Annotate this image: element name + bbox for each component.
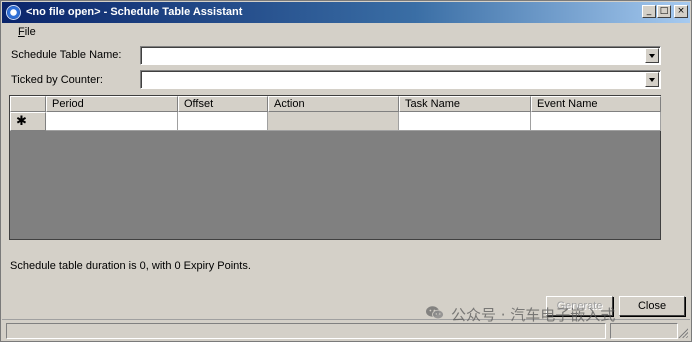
watermark-text: 公众号 · 汽车电子嵌入式 bbox=[451, 306, 616, 324]
column-header-action[interactable]: Action bbox=[268, 96, 399, 112]
menu-bar: File bbox=[2, 23, 690, 42]
menu-file-label: ile bbox=[24, 26, 36, 38]
duration-status-text: Schedule table duration is 0, with 0 Exp… bbox=[10, 260, 251, 272]
ticked-by-counter-label: Ticked by Counter: bbox=[11, 74, 103, 86]
status-bar-panel bbox=[6, 323, 606, 339]
close-button[interactable]: Close bbox=[619, 296, 685, 316]
column-header-event-name[interactable]: Event Name bbox=[531, 96, 661, 112]
cell-action[interactable] bbox=[268, 112, 399, 131]
maximize-button[interactable]: □ bbox=[657, 5, 671, 18]
cell-task-name[interactable] bbox=[399, 112, 531, 131]
schedule-table-grid[interactable]: Period Offset Action Task Name Event Nam… bbox=[9, 95, 661, 240]
new-row-marker-icon[interactable]: ✱ bbox=[10, 112, 46, 131]
column-header-offset[interactable]: Offset bbox=[178, 96, 268, 112]
column-header-task-name[interactable]: Task Name bbox=[399, 96, 531, 112]
minimize-button[interactable]: _ bbox=[642, 5, 656, 18]
new-row: ✱ bbox=[10, 112, 661, 131]
schedule-table-assistant-window: <no file open> - Schedule Table Assistan… bbox=[0, 0, 692, 342]
chevron-down-icon[interactable] bbox=[645, 48, 659, 63]
column-header-period[interactable]: Period bbox=[46, 96, 178, 112]
cell-period[interactable] bbox=[46, 112, 178, 131]
resize-grip[interactable] bbox=[676, 326, 688, 338]
cell-event-name[interactable] bbox=[531, 112, 661, 131]
close-window-button[interactable]: × bbox=[674, 5, 688, 18]
chevron-down-icon[interactable] bbox=[645, 72, 659, 87]
status-bar-panel-secondary bbox=[610, 323, 678, 339]
wechat-icon bbox=[426, 306, 444, 320]
schedule-table-name-label: Schedule Table Name: bbox=[11, 49, 122, 61]
title-bar[interactable]: <no file open> - Schedule Table Assistan… bbox=[2, 2, 690, 23]
app-icon[interactable] bbox=[6, 5, 21, 20]
cell-offset[interactable] bbox=[178, 112, 268, 131]
window-title: <no file open> - Schedule Table Assistan… bbox=[26, 6, 243, 18]
menu-file[interactable]: File bbox=[18, 26, 36, 38]
schedule-table-name-combo[interactable] bbox=[140, 46, 661, 65]
menu-file-accel: F bbox=[18, 26, 25, 38]
grid-header: Period Offset Action Task Name Event Nam… bbox=[10, 96, 661, 112]
ticked-by-counter-combo[interactable] bbox=[140, 70, 661, 89]
grid-corner-header[interactable] bbox=[10, 96, 46, 112]
